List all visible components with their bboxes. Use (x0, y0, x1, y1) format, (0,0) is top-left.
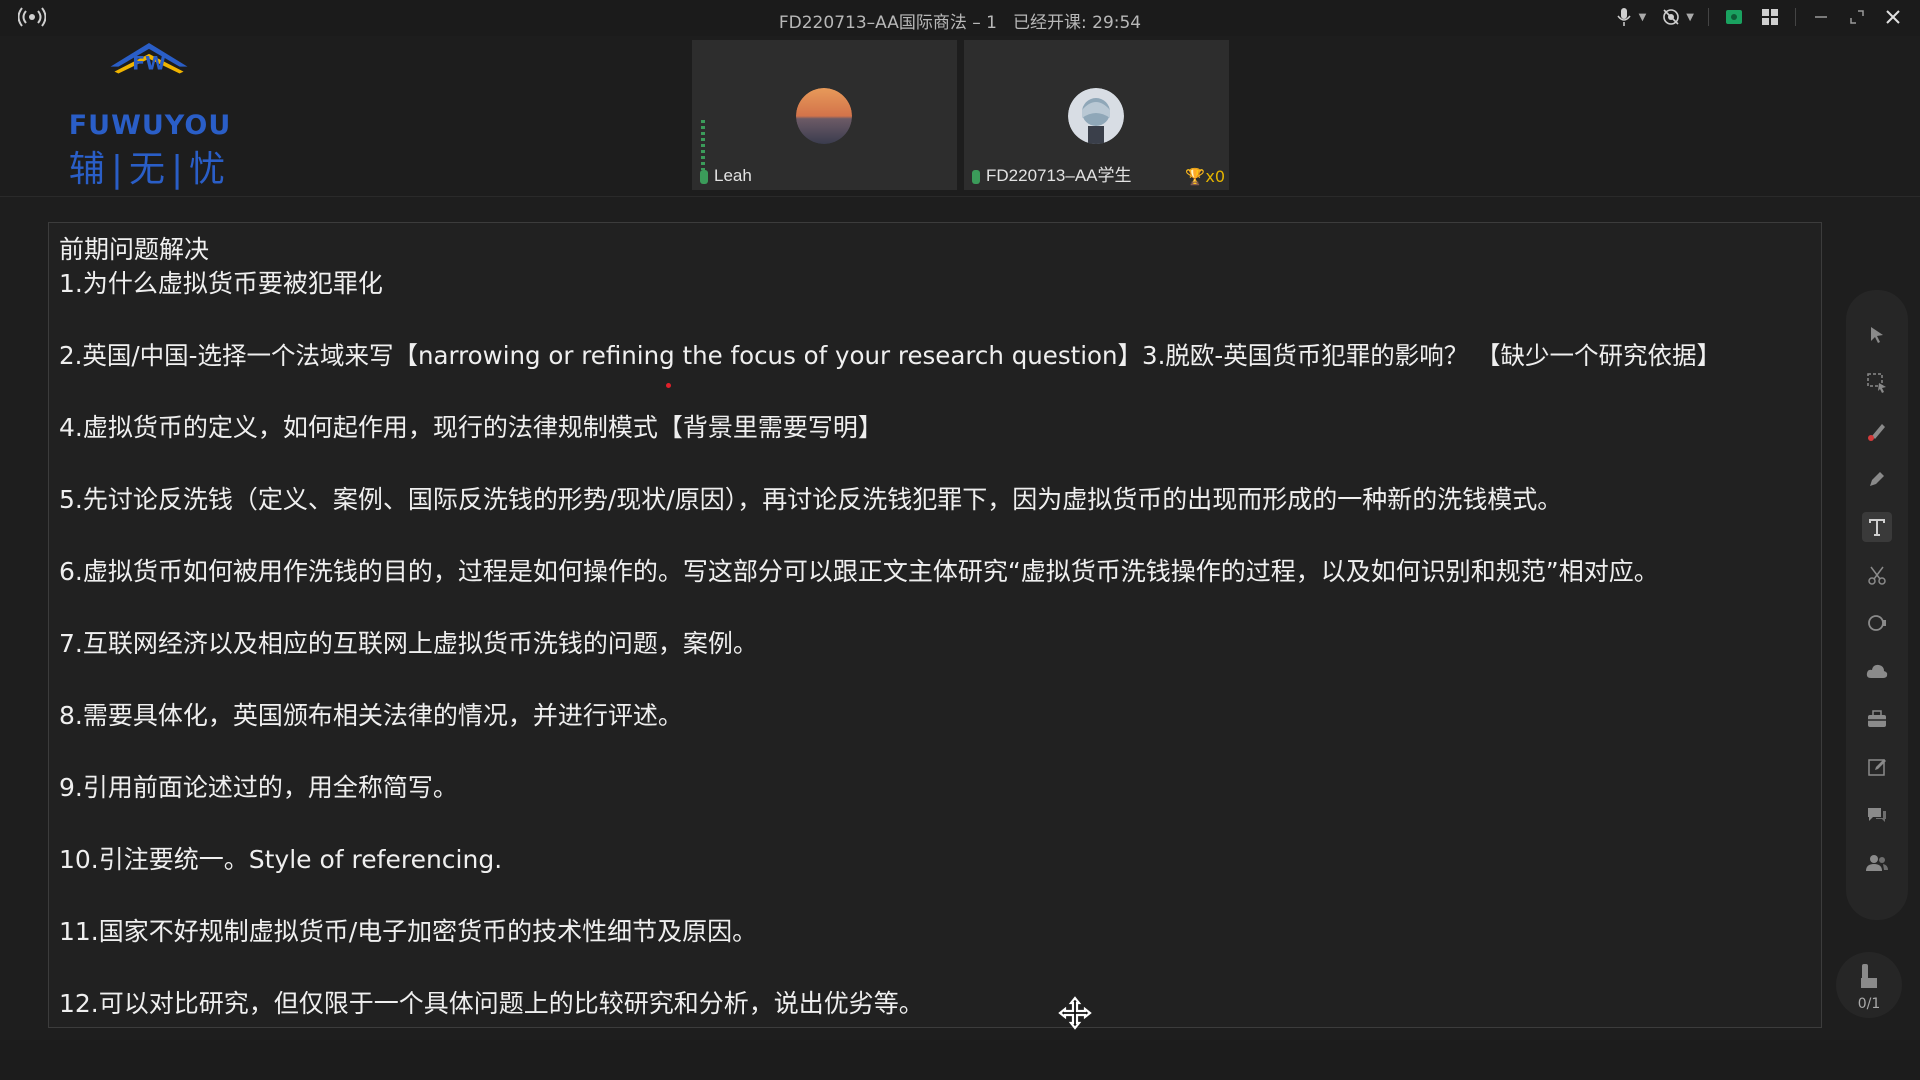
text-tool[interactable] (1862, 512, 1892, 542)
list-item: 10.引注要统一。Style of referencing. (59, 845, 503, 874)
participant-strip (0, 36, 1920, 197)
select-tool[interactable] (1862, 368, 1892, 398)
scissors-tool[interactable] (1862, 560, 1892, 590)
list-item: 4.虚拟货币的定义，如何起作用，现行的法律规制模式【背景里需要写明】 (59, 413, 883, 442)
record-icon[interactable] (1723, 6, 1745, 28)
divider (1795, 8, 1796, 26)
text-icon (1869, 519, 1885, 536)
camera-off-icon[interactable] (1660, 6, 1682, 28)
maximize-icon[interactable] (1846, 6, 1868, 28)
participant-name: Leah (714, 166, 752, 185)
avatar (796, 88, 852, 144)
annotation-toolbar (1846, 290, 1908, 920)
cursor-arrow-icon (1871, 327, 1883, 343)
edit-tool[interactable] (1862, 752, 1892, 782)
document-heading: 前期问题解决 (59, 235, 210, 264)
trophy-count-value: x0 (1205, 167, 1225, 186)
list-item: 1.为什么虚拟货币要被犯罪化 (59, 269, 383, 298)
raise-hand-icon (1861, 964, 1877, 988)
users-icon (1866, 855, 1888, 871)
pointer-tool[interactable] (1862, 320, 1892, 350)
members-tool[interactable] (1862, 848, 1892, 878)
video-tile-leah[interactable]: Leah (692, 40, 957, 190)
close-icon[interactable] (1882, 6, 1904, 28)
toolbox-tool[interactable] (1862, 704, 1892, 734)
chevron-down-icon[interactable]: ▼ (1686, 12, 1694, 23)
cloud-icon (1866, 664, 1888, 678)
list-item: 5.先讨论反洗钱（定义、案例、国际反洗钱的形势/现状/原因），再讨论反洗钱犯罪下… (59, 485, 1563, 514)
list-item: 9.引用前面论述过的，用全称简写。 (59, 773, 458, 802)
participant-name: FD220713–AA学生 (986, 166, 1132, 185)
title-bar-controls: ▼ ▼ (1613, 6, 1904, 28)
edit-square-icon (1868, 759, 1886, 776)
laser-pointer-tool[interactable] (1862, 416, 1892, 446)
course-title: FD220713–AA国际商法 – 1 (778, 13, 997, 33)
circle-shape-icon (1868, 615, 1886, 631)
microphone-icon[interactable] (1613, 6, 1635, 28)
list-item: 7.互联网经济以及相应的互联网上虚拟货币洗钱的问题，案例。 (59, 629, 758, 658)
svg-text:FW: FW (132, 54, 166, 75)
brand-logo: FW (110, 42, 188, 75)
avatar (1068, 88, 1124, 144)
pen-tool[interactable] (1862, 464, 1892, 494)
list-item: 12.可以对比研究，但仅限于一个具体问题上的比较研究和分析，说出优劣等。 (59, 989, 924, 1018)
pen-icon (1870, 472, 1884, 486)
audio-level-meter (701, 120, 705, 170)
title-bar: FD220713–AA国际商法 – 1 已经开课: 29:54 ▼ ▼ (0, 0, 1920, 36)
microphone-icon (972, 170, 980, 184)
marquee-select-icon (1867, 373, 1886, 393)
list-item: 11.国家不好规制虚拟货币/电子加密货币的技术性细节及原因。 (59, 917, 758, 946)
chat-tool[interactable] (1862, 800, 1892, 830)
video-tile-student[interactable]: FD220713–AA学生 🏆x0 (964, 40, 1229, 190)
list-item: 6.虚拟货币如何被用作洗钱的目的，过程是如何操作的。写这部分可以跟正文主体研究“… (59, 557, 1659, 586)
divider (1708, 8, 1709, 26)
chevron-down-icon[interactable]: ▼ (1639, 12, 1647, 23)
microphone-icon (700, 170, 708, 184)
scissors-icon (1868, 566, 1886, 585)
page-indicator[interactable]: 0/1 (1836, 952, 1902, 1018)
grid-layout-icon[interactable] (1759, 6, 1781, 28)
toolbox-icon (1868, 710, 1886, 727)
cloud-tool[interactable] (1862, 656, 1892, 686)
list-item: 8.需要具体化，英国颁布相关法律的情况，并进行评述。 (59, 701, 683, 730)
laser-pen-icon (1868, 424, 1885, 441)
shared-document[interactable]: 前期问题解决 1.为什么虚拟货币要被犯罪化 2.英国/中国-选择一个法域来写【n… (48, 222, 1822, 1028)
move-cursor-icon (1058, 996, 1092, 1030)
shape-tool[interactable] (1862, 608, 1892, 638)
chat-bubble-icon (1868, 808, 1886, 822)
page-counter: 0/1 (1857, 996, 1881, 1012)
trophy-icon: 🏆 (1185, 167, 1206, 186)
elapsed-time: 已经开课: 29:54 (1013, 13, 1142, 33)
list-item: 2.英国/中国-选择一个法域来写【narrowing or refining t… (59, 341, 1722, 370)
brand-chinese-name: 辅|无|忧 (68, 149, 232, 190)
laser-pointer-dot (666, 383, 671, 388)
brand-name: FUWUYOU (68, 110, 232, 141)
status-bar (0, 1040, 1920, 1080)
minimize-icon[interactable] (1810, 6, 1832, 28)
trophy-count: 🏆x0 (1185, 167, 1225, 186)
